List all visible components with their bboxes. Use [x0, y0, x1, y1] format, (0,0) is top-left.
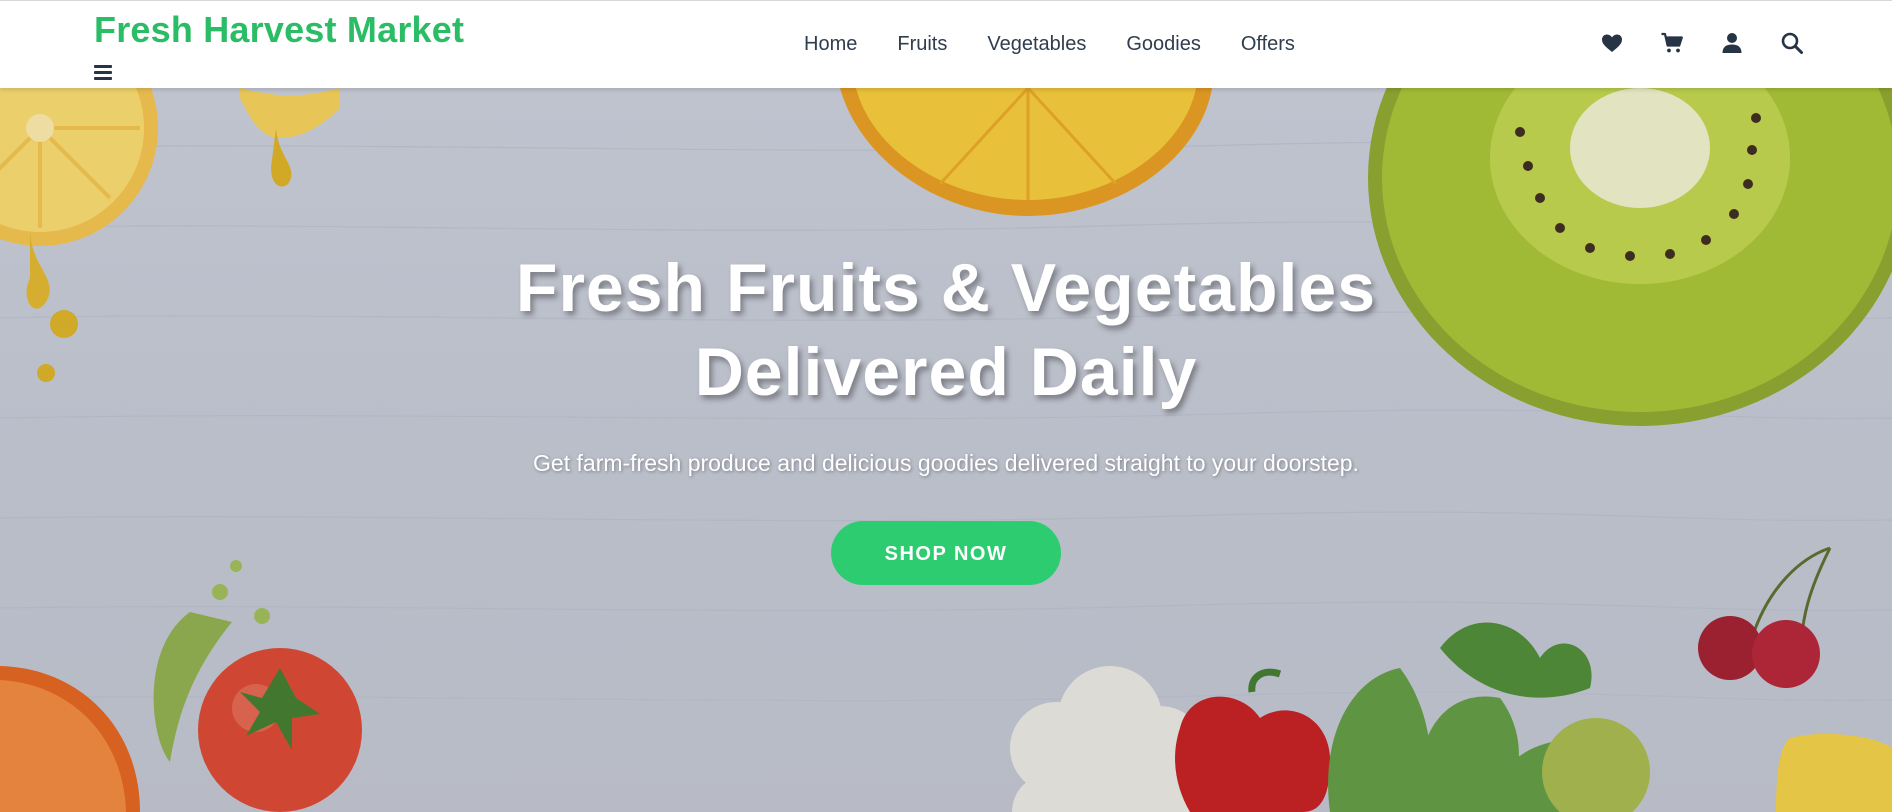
hero-title: Fresh Fruits & Vegetables Delivered Dail… [515, 250, 1377, 410]
brand-logo[interactable]: Fresh Harvest Market [94, 9, 464, 51]
nav-icons [1600, 31, 1804, 55]
hero-content: Fresh Fruits & Vegetables Delivered Dail… [396, 246, 1496, 585]
hamburger-icon[interactable] [94, 65, 112, 81]
navbar: Fresh Harvest Market Home Fruits Vegetab… [0, 0, 1892, 88]
cart-icon[interactable] [1660, 31, 1684, 55]
nav-link-vegetables[interactable]: Vegetables [987, 33, 1086, 56]
shop-now-button[interactable]: SHOP NOW [831, 521, 1061, 585]
heart-icon[interactable] [1600, 31, 1624, 55]
nav-link-goodies[interactable]: Goodies [1126, 33, 1201, 56]
main-nav: Home Fruits Vegetables Goodies Offers [804, 33, 1295, 56]
nav-link-fruits[interactable]: Fruits [897, 33, 947, 56]
user-icon[interactable] [1720, 31, 1744, 55]
nav-link-offers[interactable]: Offers [1241, 33, 1295, 56]
search-icon[interactable] [1780, 31, 1804, 55]
nav-link-home[interactable]: Home [804, 33, 857, 56]
hero-section: Fresh Fruits & Vegetables Delivered Dail… [0, 88, 1892, 812]
hero-subtitle: Get farm-fresh produce and delicious goo… [533, 450, 1359, 476]
